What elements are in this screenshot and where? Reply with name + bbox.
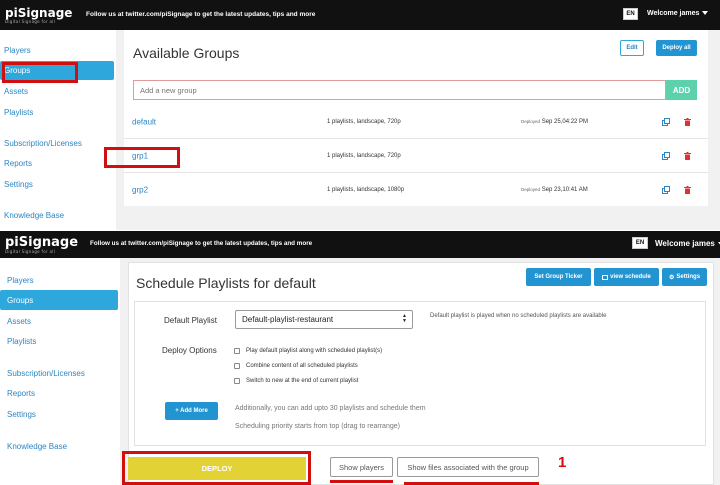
table-row[interactable]: grp1 1 playlists, landscape, 720p	[124, 140, 708, 173]
deploy-button[interactable]: DEPLOY	[128, 457, 306, 480]
add-group-button[interactable]: ADD	[666, 80, 697, 100]
sidebar-item-settings[interactable]: Settings	[0, 176, 116, 192]
default-playlist-note: Default playlist is played when no sched…	[430, 313, 607, 319]
group-deployed: Deployed Sep 25,04:22 PM	[521, 119, 588, 125]
table-row[interactable]: grp2 1 playlists, landscape, 1080p Deplo…	[124, 173, 708, 206]
sidebar-item-groups[interactable]: Groups	[0, 61, 114, 80]
language-button-2[interactable]: EN	[632, 237, 648, 249]
sidebar-item-players[interactable]: Players	[0, 272, 120, 288]
priority-note: Scheduling priority starts from top (dra…	[235, 423, 400, 430]
group-info: 1 playlists, landscape, 1080p	[327, 186, 405, 193]
gear-icon: ⚙	[668, 274, 675, 281]
add-more-note: Additionally, you can add upto 30 playli…	[235, 405, 426, 412]
group-name-link[interactable]: default	[132, 118, 156, 127]
copy-icon[interactable]	[662, 185, 670, 194]
user-menu-label: Welcome james	[647, 10, 700, 17]
group-name-link[interactable]: grp2	[132, 185, 148, 194]
settings-label: Settings	[676, 274, 701, 280]
sidebar-item-settings[interactable]: Settings	[0, 406, 120, 422]
sidebar-item-knowledge-base[interactable]: Knowledge Base	[0, 207, 116, 223]
add-more-button[interactable]: + Add More	[165, 402, 218, 420]
sidebar-item-playlists[interactable]: Playlists	[0, 104, 116, 120]
sidebar-item-reports[interactable]: Reports	[0, 385, 120, 401]
schedule-title: Schedule Playlists for default	[136, 275, 316, 291]
twitter-follow-text[interactable]: Follow us at twitter.com/piSignage to ge…	[86, 11, 315, 18]
option-label: Play default playlist along with schedul…	[246, 348, 383, 354]
sidebar-item-reports[interactable]: Reports	[0, 155, 116, 171]
copy-icon[interactable]	[662, 152, 670, 160]
show-players-button[interactable]: Show players	[330, 457, 393, 477]
option-checkbox[interactable]	[234, 348, 240, 354]
option-checkbox[interactable]	[234, 378, 240, 384]
trash-icon[interactable]	[684, 185, 691, 194]
caret-down-icon	[702, 11, 709, 16]
group-name-link[interactable]: grp1	[132, 152, 148, 161]
logo-subtitle: Digital Signage for all	[5, 19, 56, 24]
twitter-follow-text-2[interactable]: Follow us at twitter.com/piSignage to ge…	[90, 240, 312, 247]
highlight-show-players	[330, 480, 393, 483]
sidebar-item-subscription[interactable]: Subscription/Licenses	[0, 135, 116, 151]
schedule-content	[120, 258, 720, 485]
table-row[interactable]: default 1 playlists, landscape, 720p Dep…	[124, 106, 708, 139]
sidebar-item-subscription[interactable]: Subscription/Licenses	[0, 365, 120, 381]
sidebar-item-assets[interactable]: Assets	[0, 83, 116, 99]
user-menu-label-2: Welcome james	[655, 239, 715, 248]
select-arrows-icon: ▲ ▼	[402, 313, 407, 324]
trash-icon[interactable]	[684, 152, 691, 160]
option-label: Switch to new at the end of current play…	[246, 378, 359, 384]
page-title: Available Groups	[133, 45, 240, 61]
top-navbar-2: piSignage Digital Signage for all Follow…	[0, 231, 720, 258]
group-deployed: Deployed Sep 23,10:41 AM	[521, 187, 588, 193]
deployed-label: Deployed	[521, 119, 541, 124]
sidebar-item-players[interactable]: Players	[0, 42, 116, 58]
sidebar-2: Players Groups Assets Playlists Subscrip…	[0, 258, 120, 485]
sidebar: Players Groups Assets Playlists Subscrip…	[0, 30, 116, 230]
app-logo[interactable]: piSignage Digital Signage for all	[5, 7, 72, 24]
step-number: 1	[558, 454, 567, 471]
sidebar-item-groups[interactable]: Groups	[0, 290, 118, 310]
default-playlist-select[interactable]: Default-playlist-restaurant ▲ ▼	[235, 310, 413, 329]
deploy-options-label: Deploy Options	[162, 346, 217, 355]
group-info: 1 playlists, landscape, 720p	[327, 119, 401, 125]
logo-text: piSignage	[5, 6, 73, 20]
logo-subtitle-2: Digital Signage for all	[5, 249, 56, 254]
schedule-form-panel	[134, 301, 706, 446]
option-label: Combine content of all scheduled playlis…	[246, 363, 358, 369]
deployed-time: Sep 23,10:41 AM	[541, 186, 588, 193]
calendar-icon	[602, 274, 609, 280]
option-checkbox[interactable]	[234, 363, 240, 369]
add-group-input[interactable]	[133, 80, 666, 100]
sidebar-item-assets[interactable]: Assets	[0, 313, 120, 329]
show-files-button[interactable]: Show files associated with the group	[397, 457, 539, 477]
top-navbar: piSignage Digital Signage for all Follow…	[0, 0, 720, 30]
sidebar-item-playlists[interactable]: Playlists	[0, 333, 120, 349]
user-menu[interactable]: Welcome james	[647, 10, 709, 17]
language-button[interactable]: EN	[623, 8, 638, 20]
deploy-all-button[interactable]: Deploy all	[656, 40, 697, 56]
sidebar-item-knowledge-base[interactable]: Knowledge Base	[0, 438, 120, 454]
app-logo-2[interactable]: piSignage Digital Signage for all	[5, 236, 78, 254]
group-info: 1 playlists, landscape, 720p	[327, 153, 401, 159]
set-group-ticker-button[interactable]: Set Group Ticker	[526, 268, 591, 286]
copy-icon[interactable]	[662, 118, 670, 126]
logo-text-2: piSignage	[5, 235, 79, 250]
trash-icon[interactable]	[684, 118, 691, 126]
view-schedule-button[interactable]: view schedule	[594, 268, 659, 286]
edit-button[interactable]: Edit	[620, 40, 644, 56]
default-playlist-value: Default-playlist-restaurant	[242, 315, 334, 324]
settings-button[interactable]: ⚙ Settings	[662, 268, 707, 286]
deployed-label: Deployed	[521, 186, 541, 192]
user-menu-2[interactable]: Welcome james	[655, 239, 720, 248]
deployed-time: Sep 25,04:22 PM	[541, 119, 589, 125]
view-schedule-label: view schedule	[610, 274, 651, 280]
default-playlist-label: Default Playlist	[164, 316, 217, 325]
